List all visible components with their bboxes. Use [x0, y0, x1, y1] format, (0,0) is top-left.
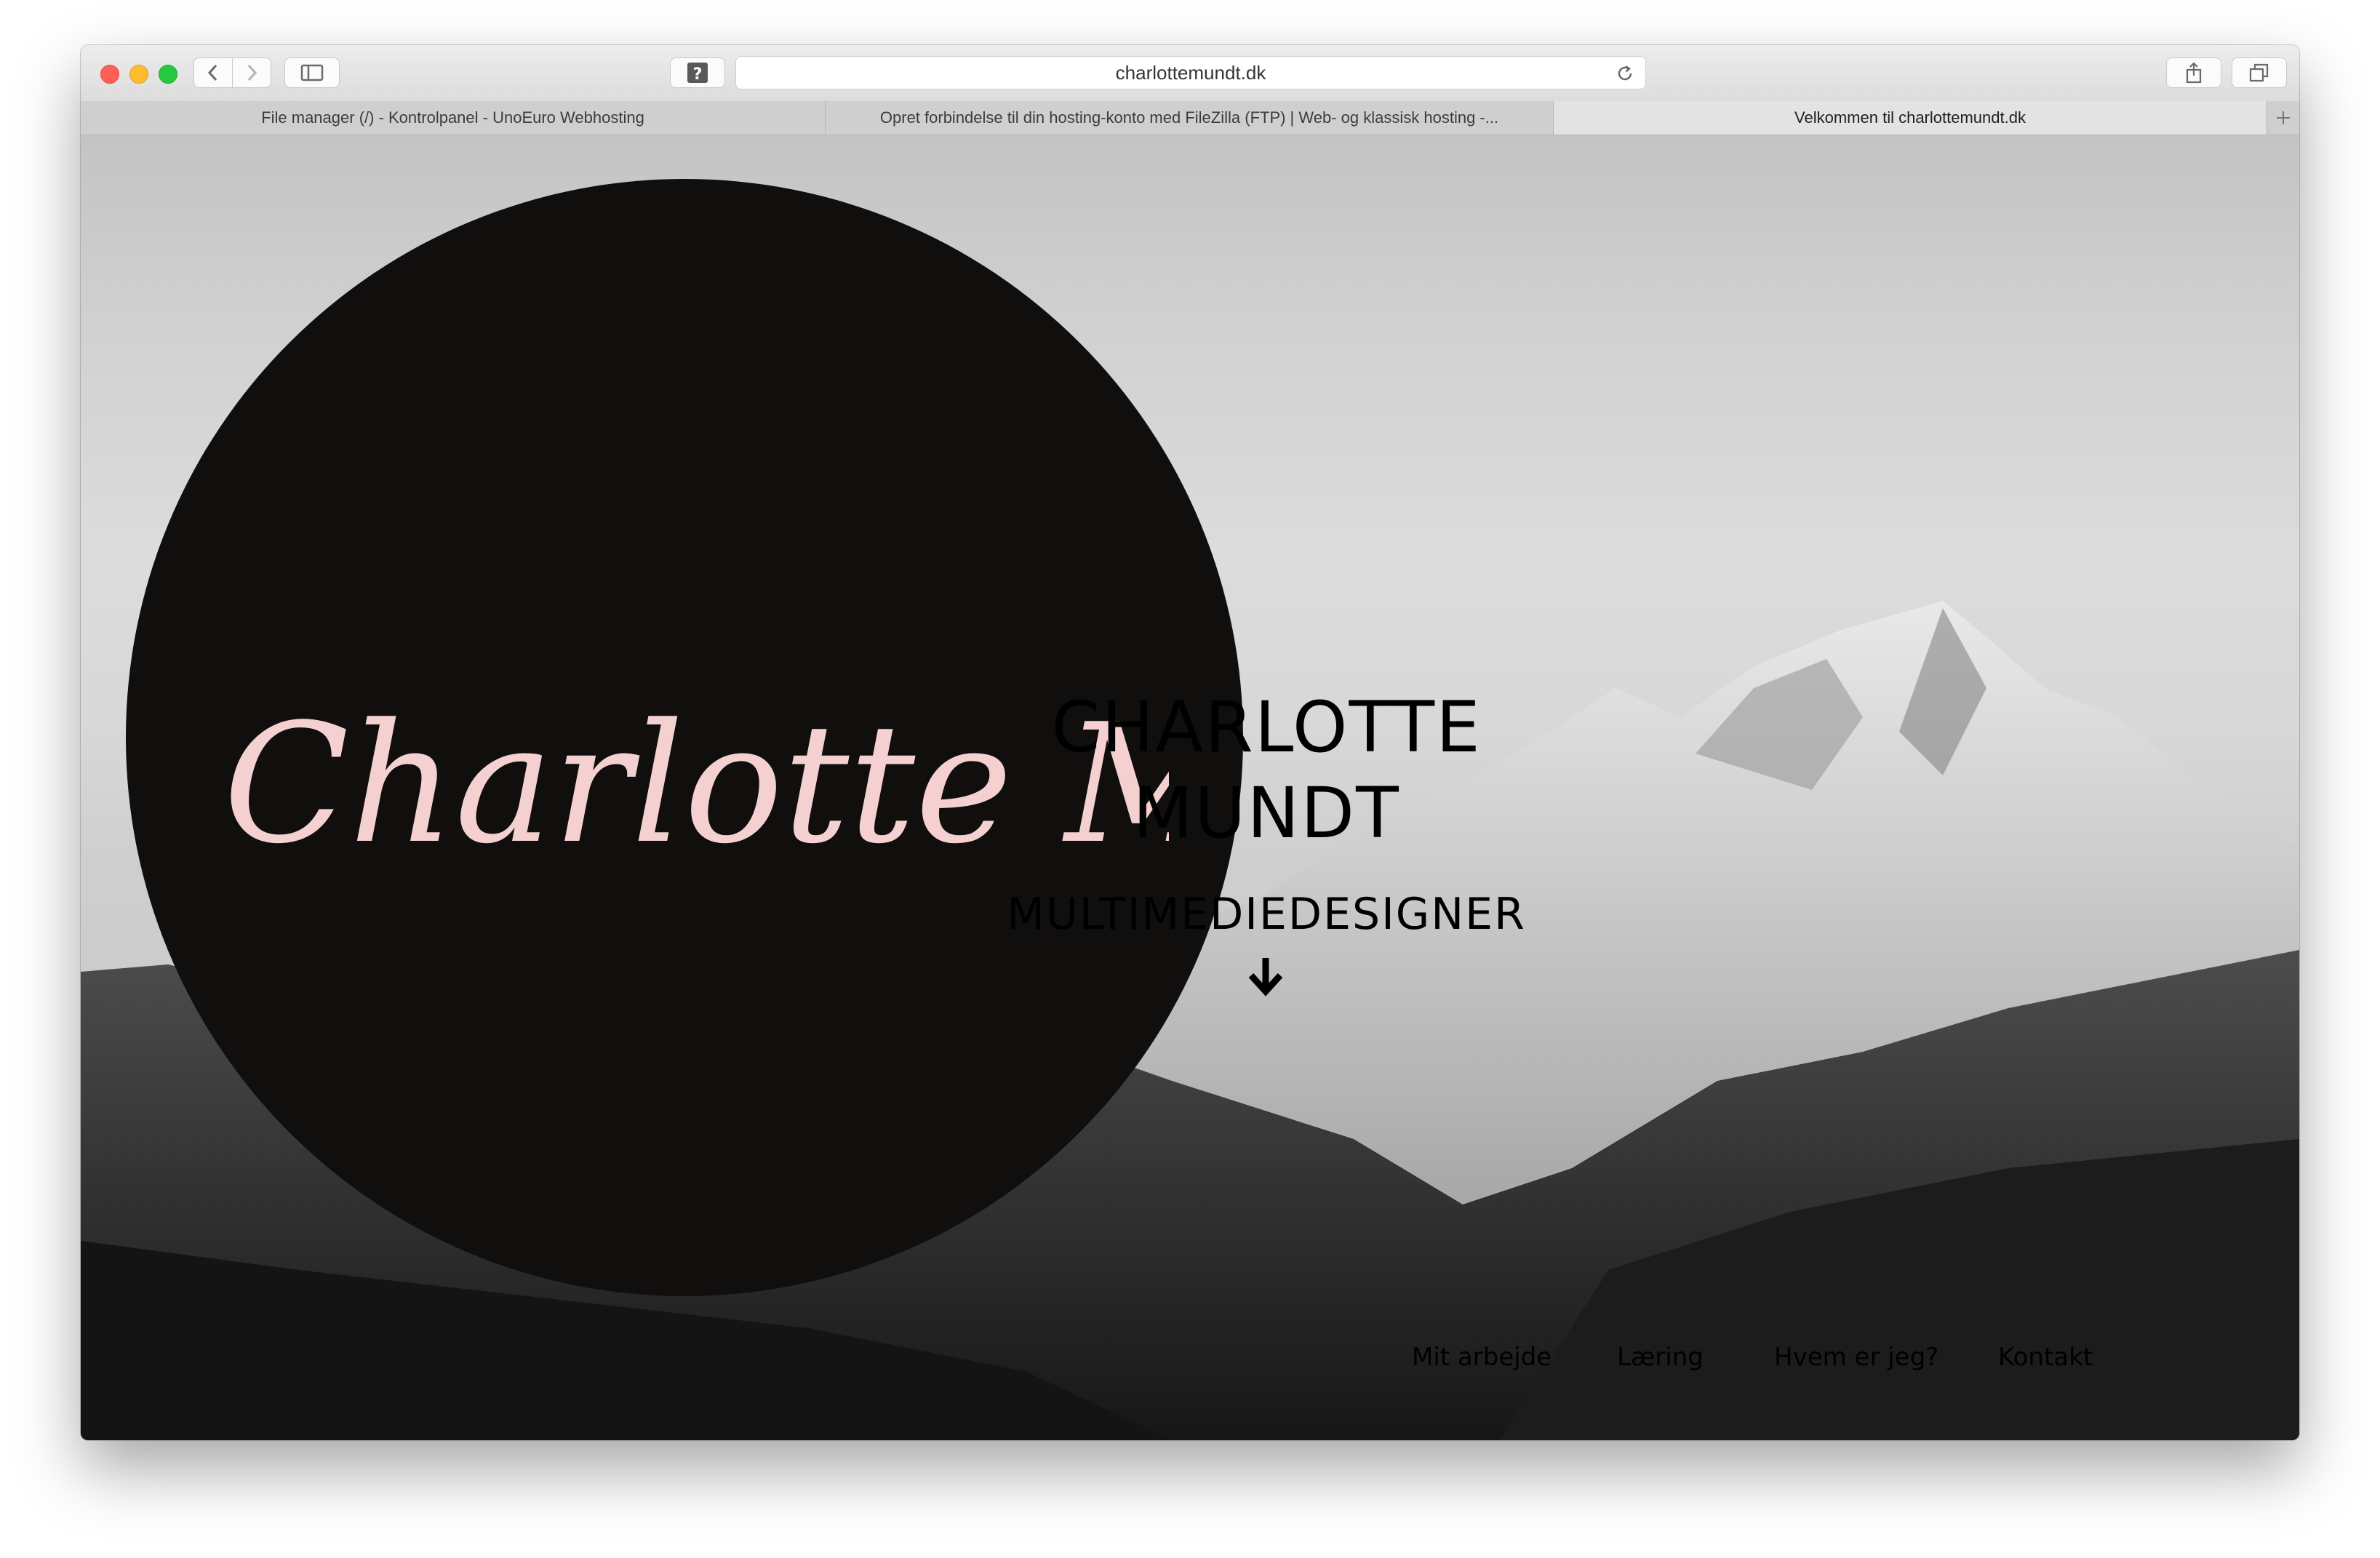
- nav-hvem-er-jeg[interactable]: Hvem er jeg?: [1774, 1343, 1938, 1372]
- plus-icon: [2277, 111, 2290, 124]
- hero-title-line-2: MUNDT: [1133, 772, 1400, 854]
- hero-title-line-1: CHARLOTTE: [1051, 687, 1482, 768]
- new-tab-button[interactable]: [2267, 101, 2299, 135]
- tab-filezilla-guide[interactable]: Opret forbindelse til din hosting-konto …: [826, 101, 1554, 135]
- nav-laering[interactable]: Læring: [1617, 1343, 1704, 1372]
- sidebar-icon: [300, 64, 324, 81]
- url-text: charlottemundt.dk: [1115, 61, 1266, 84]
- show-all-tabs-button[interactable]: [2232, 57, 2287, 88]
- browser-window: ? charlottemundt.dk File manager (/) - K…: [81, 45, 2299, 1440]
- reload-icon[interactable]: [1615, 63, 1635, 84]
- share-button[interactable]: [2166, 57, 2221, 88]
- help-button[interactable]: ?: [670, 57, 725, 88]
- tabs-overview-icon: [2249, 63, 2269, 82]
- chevron-left-icon: [207, 64, 217, 81]
- close-window-button[interactable]: [100, 65, 119, 84]
- question-mark-icon: ?: [687, 63, 708, 84]
- nav-mit-arbejde[interactable]: Mit arbejde: [1412, 1343, 1552, 1372]
- arrow-down-icon[interactable]: [1244, 954, 1287, 997]
- tab-file-manager[interactable]: File manager (/) - Kontrolpanel - UnoEur…: [81, 101, 826, 135]
- tab-bar: File manager (/) - Kontrolpanel - UnoEur…: [81, 101, 2299, 135]
- minimize-window-button[interactable]: [129, 65, 148, 84]
- sidebar-toggle-button[interactable]: [284, 57, 340, 88]
- hero-title: CHARLOTTE MUNDT: [866, 684, 1666, 856]
- tab-charlottemundt[interactable]: Velkommen til charlottemundt.dk: [1554, 101, 2267, 135]
- address-bar[interactable]: charlottemundt.dk: [735, 56, 1646, 89]
- title-bar: ? charlottemundt.dk: [81, 45, 2299, 102]
- chevron-right-icon: [247, 64, 257, 81]
- zoom-window-button[interactable]: [159, 65, 177, 84]
- svg-text:?: ?: [693, 65, 703, 84]
- back-button[interactable]: [193, 57, 233, 88]
- hero-subtitle: MULTIMEDIEDESIGNER: [1007, 889, 1526, 940]
- nav-kontakt[interactable]: Kontakt: [1998, 1343, 2093, 1372]
- share-icon: [2186, 62, 2202, 84]
- forward-button[interactable]: [232, 57, 271, 88]
- web-page: Charlotte Mundt CHARLOTTE MUNDT MULTIMED…: [81, 135, 2299, 1440]
